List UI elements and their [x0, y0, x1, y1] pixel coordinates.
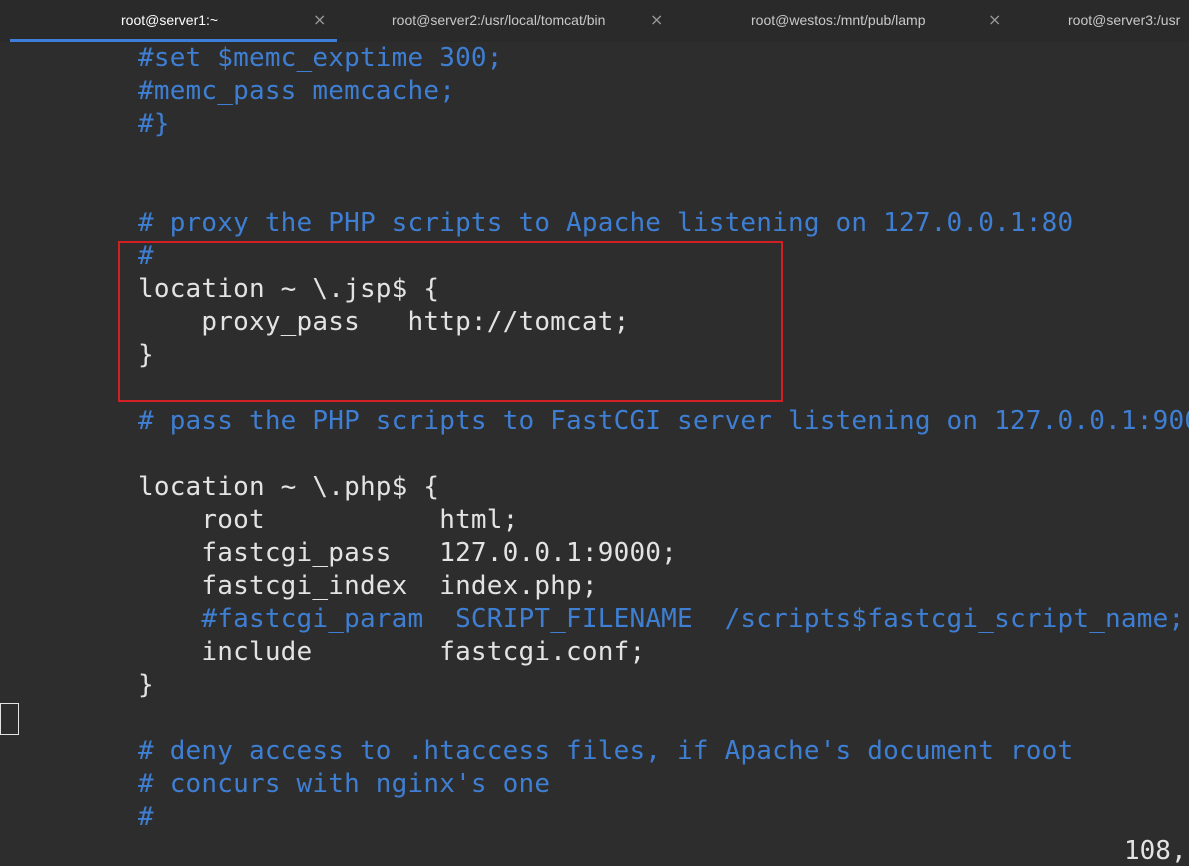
code-line: root html;	[138, 505, 519, 535]
code-line: fastcgi_pass 127.0.0.1:9000;	[138, 538, 678, 568]
code-line: #set $memc_exptime 300;	[138, 43, 503, 73]
code-line: }	[138, 670, 154, 700]
close-icon[interactable]: ×	[988, 10, 1001, 29]
vim-editor[interactable]: #set $memc_exptime 300; #memc_pass memca…	[0, 42, 1189, 866]
tab-server2-label: root@server2:/usr/local/tomcat/bin	[392, 12, 606, 28]
terminal-tab-bar: root@server1:~ × root@server2:/usr/local…	[0, 0, 1189, 43]
tab-westos-label: root@westos:/mnt/pub/lamp	[751, 12, 926, 28]
close-icon[interactable]: ×	[650, 10, 663, 29]
red-highlight-box	[118, 241, 783, 402]
tab-server3-label: root@server3:/usr	[1068, 12, 1181, 28]
cursor-position-status: 108,	[1124, 836, 1187, 866]
code-line: fastcgi_index index.php;	[138, 571, 598, 601]
code-line: # concurs with nginx's one	[138, 769, 551, 799]
code-line: #}	[138, 109, 170, 139]
code-line: location ~ \.php$ {	[138, 472, 440, 502]
text-cursor	[0, 703, 19, 735]
commented-fastcgi-param: #fastcgi_param SCRIPT_FILENAME /scripts$…	[201, 604, 1185, 634]
tab-server2[interactable]: root@server2:/usr/local/tomcat/bin ×	[340, 0, 670, 42]
tab-server3[interactable]: root@server3:/usr	[1020, 0, 1189, 42]
tab-westos[interactable]: root@westos:/mnt/pub/lamp ×	[680, 0, 1010, 42]
tab-server1[interactable]: root@server1:~ ×	[10, 0, 337, 42]
code-line: #	[138, 802, 154, 832]
code-line: include fastcgi.conf;	[138, 637, 646, 667]
code-line: # deny access to .htaccess files, if Apa…	[138, 736, 1074, 766]
code-line: # proxy the PHP scripts to Apache listen…	[138, 208, 1074, 238]
code-line: #fastcgi_param SCRIPT_FILENAME /scripts$…	[138, 603, 1184, 636]
close-icon[interactable]: ×	[313, 10, 326, 29]
code-line: # pass the PHP scripts to FastCGI server…	[138, 406, 1189, 436]
code-line: #memc_pass memcache;	[138, 76, 456, 106]
tab-server1-label: root@server1:~	[121, 12, 219, 28]
